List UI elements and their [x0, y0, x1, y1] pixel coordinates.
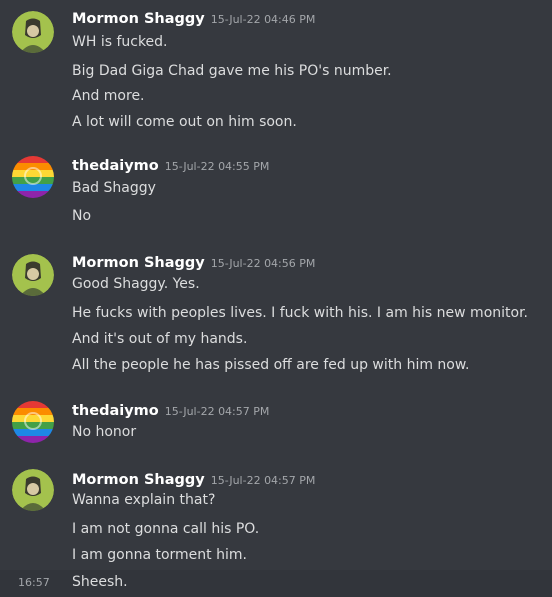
message-text: No honor — [72, 424, 137, 440]
message-text: A lot will come out on him soon. — [72, 114, 297, 130]
message-text: Big Dad Giga Chad gave me his PO's numbe… — [72, 63, 392, 79]
author-name[interactable]: thedaiymo — [72, 403, 159, 419]
shaggy-avatar-icon[interactable] — [12, 469, 54, 511]
message-text: I am not gonna call his PO. — [72, 521, 260, 537]
hover-timestamp[interactable]: 16:57 — [18, 576, 50, 589]
message-text: And it's out of my hands. — [72, 331, 248, 347]
rainbow-avatar-icon[interactable] — [12, 401, 54, 443]
message-text: And more. — [72, 88, 145, 104]
message-timestamp[interactable]: 15-Jul-22 04:57 PM — [211, 474, 316, 487]
message-text: All the people he has pissed off are fed… — [72, 357, 470, 373]
message-text: WH is fucked. — [72, 34, 168, 50]
message-text: He fucks with peoples lives. I fuck with… — [72, 305, 528, 321]
author-name[interactable]: Mormon Shaggy — [72, 472, 205, 488]
shaggy-avatar-icon[interactable] — [12, 11, 54, 53]
message-timestamp[interactable]: 15-Jul-22 04:56 PM — [211, 257, 316, 270]
message-timestamp[interactable]: 15-Jul-22 04:57 PM — [165, 405, 270, 418]
author-name[interactable]: thedaiymo — [72, 158, 159, 174]
message-text: I am gonna torment him. — [72, 547, 247, 563]
message-text: Wanna explain that? — [72, 492, 216, 508]
hovered-message-row[interactable]: 16:57 Sheesh. — [0, 570, 552, 597]
message-text: Good Shaggy. Yes. — [72, 276, 200, 292]
author-name[interactable]: Mormon Shaggy — [72, 255, 205, 271]
message-text: No — [72, 208, 92, 224]
rainbow-avatar-icon[interactable] — [12, 156, 54, 198]
message-text: Bad Shaggy — [72, 180, 156, 196]
message-timestamp[interactable]: 15-Jul-22 04:46 PM — [211, 13, 316, 26]
message-text: Sheesh. — [72, 574, 128, 590]
author-name[interactable]: Mormon Shaggy — [72, 11, 205, 27]
message-timestamp[interactable]: 15-Jul-22 04:55 PM — [165, 160, 270, 173]
shaggy-avatar-icon[interactable] — [12, 254, 54, 296]
